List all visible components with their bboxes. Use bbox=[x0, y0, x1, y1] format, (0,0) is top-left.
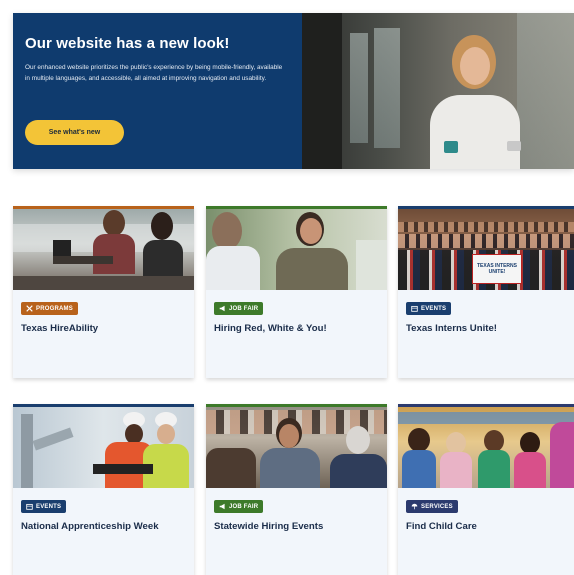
calendar-icon bbox=[26, 503, 33, 510]
card-photo bbox=[13, 206, 194, 290]
card-texas-hireability[interactable]: PROGRAMS Texas HireAbility bbox=[13, 206, 194, 378]
category-badge: JOB FAIR bbox=[214, 500, 264, 513]
megaphone-icon bbox=[219, 305, 225, 312]
category-label: PROGRAMS bbox=[36, 305, 73, 312]
card-photo bbox=[398, 404, 574, 488]
category-badge: JOB FAIR bbox=[214, 302, 264, 315]
card-title[interactable]: Statewide Hiring Events bbox=[214, 521, 323, 532]
category-label: JOB FAIR bbox=[229, 305, 259, 312]
category-label: EVENTS bbox=[36, 503, 62, 510]
card-photo bbox=[13, 404, 194, 488]
card-statewide-hiring-events[interactable]: JOB FAIR Statewide Hiring Events bbox=[206, 404, 387, 575]
hero-title: Our website has a new look! bbox=[25, 35, 230, 52]
see-whats-new-button[interactable]: See what's new bbox=[25, 120, 124, 145]
umbrella-icon bbox=[411, 503, 418, 510]
category-badge: EVENTS bbox=[21, 500, 67, 513]
card-find-child-care[interactable]: SERVICES Find Child Care bbox=[398, 404, 574, 575]
category-label: SERVICES bbox=[421, 503, 453, 510]
calendar-icon bbox=[411, 305, 418, 312]
card-hiring-red-white-you[interactable]: JOB FAIR Hiring Red, White & You! bbox=[206, 206, 387, 378]
card-title[interactable]: Hiring Red, White & You! bbox=[214, 323, 327, 334]
interns-sign: TEXAS INTERNS UNITE! bbox=[472, 254, 522, 284]
tools-icon bbox=[26, 305, 33, 312]
card-photo bbox=[206, 404, 387, 488]
card-title[interactable]: National Apprenticeship Week bbox=[21, 521, 159, 532]
card-title[interactable]: Find Child Care bbox=[406, 521, 477, 532]
megaphone-icon bbox=[219, 503, 225, 510]
hero-description: Our enhanced website prioritizes the pub… bbox=[25, 64, 283, 82]
hero-banner: Our website has a new look! Our enhanced… bbox=[13, 13, 574, 169]
card-texas-interns-unite[interactable]: TEXAS INTERNS UNITE! EVENTS Texas Intern… bbox=[398, 206, 574, 378]
card-title[interactable]: Texas Interns Unite! bbox=[406, 323, 497, 334]
card-national-apprenticeship-week[interactable]: EVENTS National Apprenticeship Week bbox=[13, 404, 194, 575]
category-label: EVENTS bbox=[421, 305, 447, 312]
category-badge: EVENTS bbox=[406, 302, 452, 315]
card-photo bbox=[206, 206, 387, 290]
category-badge: SERVICES bbox=[406, 500, 458, 513]
category-badge: PROGRAMS bbox=[21, 302, 78, 315]
card-title[interactable]: Texas HireAbility bbox=[21, 323, 98, 334]
hero-text: Our website has a new look! Our enhanced… bbox=[25, 35, 285, 84]
card-photo: TEXAS INTERNS UNITE! bbox=[398, 206, 574, 290]
category-label: JOB FAIR bbox=[229, 503, 259, 510]
hero-photo bbox=[302, 13, 574, 169]
